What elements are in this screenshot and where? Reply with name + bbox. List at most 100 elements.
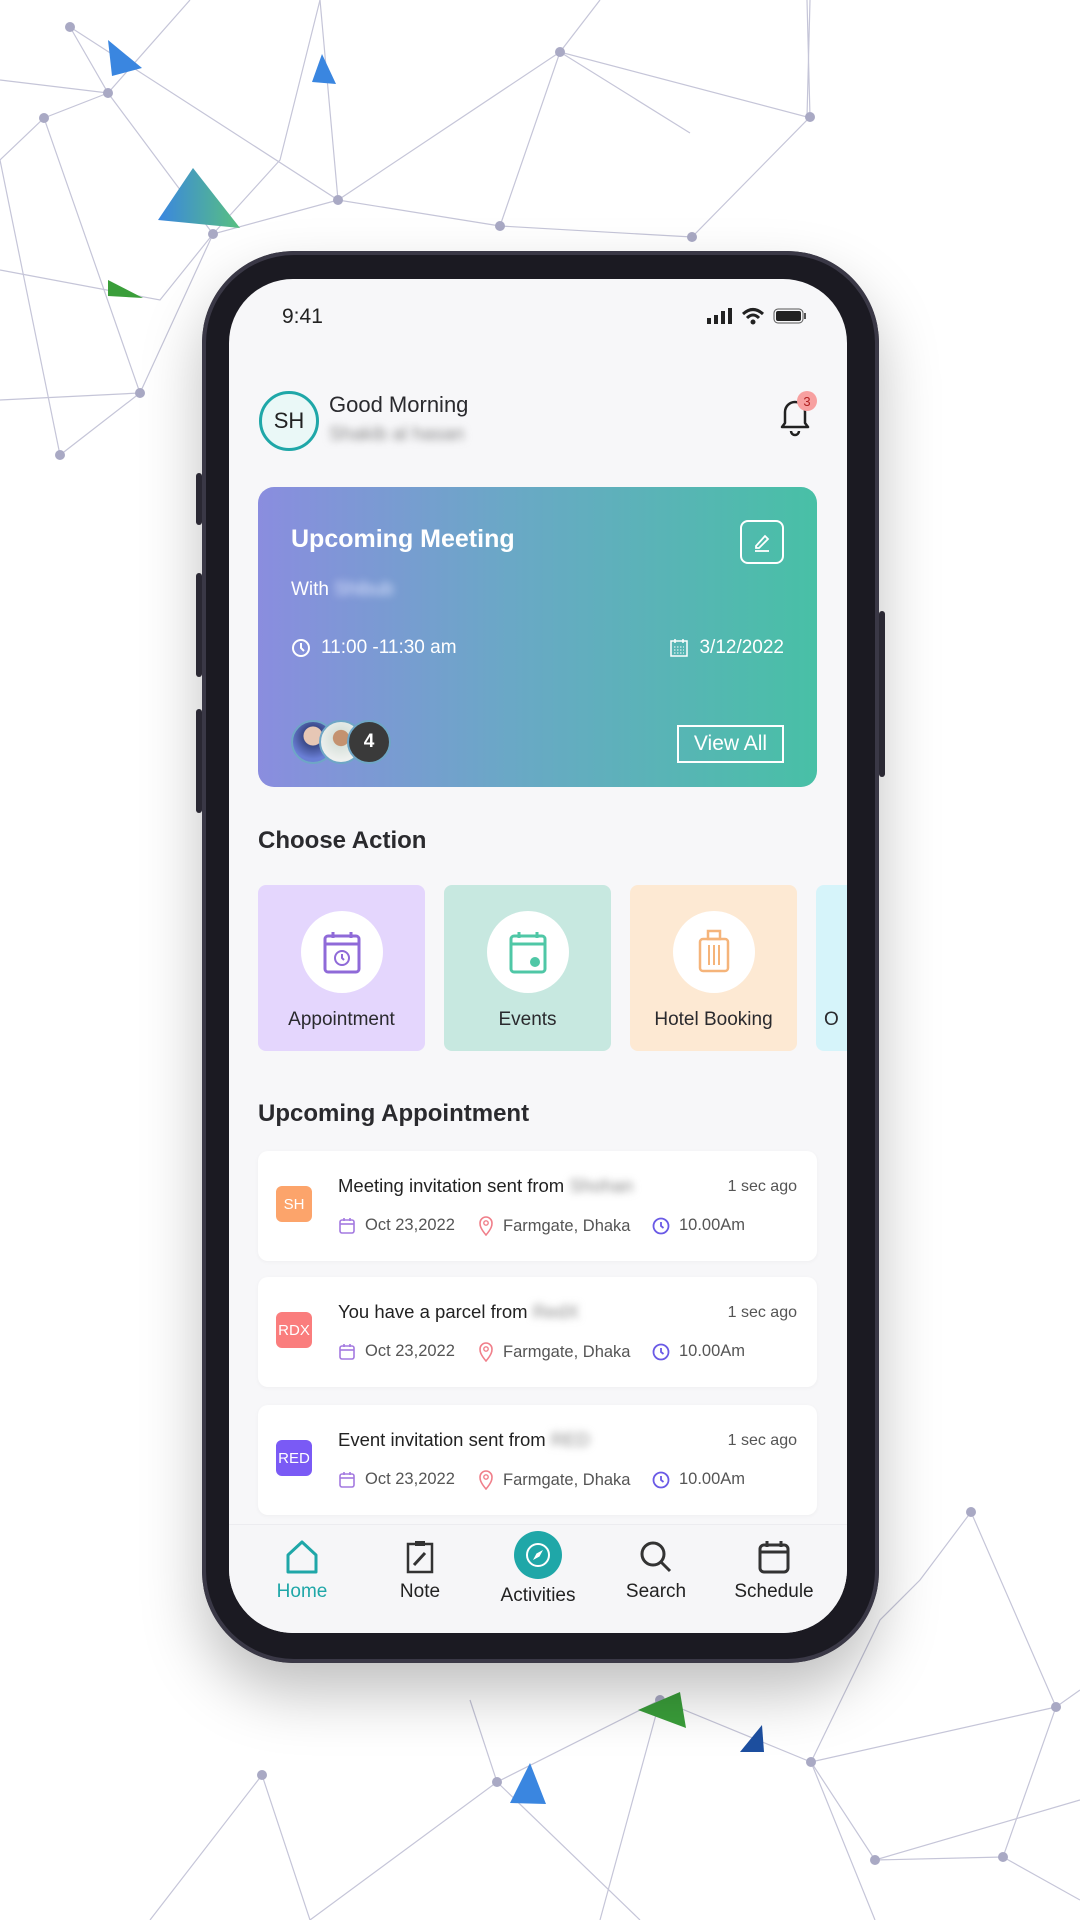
appointment-time: 10.00Am	[652, 1216, 745, 1235]
message-text: Meeting invitation sent from	[338, 1175, 565, 1196]
time-text: 10.00Am	[679, 1216, 746, 1234]
clock-icon	[652, 1217, 670, 1234]
volume-up-button	[196, 573, 202, 677]
nav-search[interactable]: Search	[606, 1525, 706, 1633]
sender-name: Shohan	[569, 1175, 634, 1196]
nav-label: Activities	[500, 1585, 576, 1606]
action-label: Events	[498, 1009, 557, 1030]
action-other[interactable]: O	[816, 885, 847, 1051]
appointment-message: Meeting invitation sent from Shohan	[338, 1175, 633, 1197]
notification-button[interactable]: 3	[777, 391, 817, 439]
appointment-time: 10.00Am	[652, 1342, 745, 1361]
calendar-event-icon	[509, 932, 546, 974]
date-text: Oct 23,2022	[365, 1470, 455, 1488]
phone-frame: 9:41 SH Good Morning Shakib al hasan 3 U…	[196, 251, 885, 1663]
meeting-date: 3/12/2022	[669, 637, 784, 659]
choose-action-heading: Choose Action	[258, 827, 427, 854]
location-text: Farmgate, Dhaka	[503, 1470, 631, 1489]
more-participants[interactable]: 4	[347, 720, 391, 764]
pencil-icon	[755, 534, 770, 552]
meeting-title: Upcoming Meeting	[291, 525, 515, 553]
appointment-ago: 1 sec ago	[727, 1432, 797, 1449]
message-text: Event invitation sent from	[338, 1429, 546, 1450]
appointment-date: Oct 23,2022	[338, 1470, 455, 1489]
user-name: Shakib al hasan	[329, 424, 465, 445]
calendar-clock-icon	[323, 932, 360, 974]
calendar-icon	[339, 1471, 355, 1488]
user-avatar[interactable]: SH	[259, 391, 319, 451]
nav-label: Home	[276, 1581, 328, 1602]
with-name: Shibub	[334, 579, 394, 600]
luggage-icon	[698, 929, 729, 973]
clock-icon	[292, 639, 310, 657]
time-text: 10.00Am	[679, 1342, 746, 1360]
battery-icon	[773, 308, 806, 324]
location-pin-icon	[479, 1342, 493, 1362]
appointment-location: Farmgate, Dhaka	[478, 1216, 630, 1236]
icon-circle	[300, 911, 383, 993]
meeting-time: 11:00 -11:30 am	[291, 637, 457, 659]
appointment-date: Oct 23,2022	[338, 1216, 455, 1235]
nav-schedule[interactable]: Schedule	[724, 1525, 824, 1633]
nav-home[interactable]: Home	[252, 1525, 352, 1633]
edit-meeting-button[interactable]	[740, 520, 784, 564]
clock-icon	[652, 1343, 670, 1360]
appointment-message: Event invitation sent from RED	[338, 1429, 590, 1451]
greeting: Good Morning	[329, 392, 469, 417]
upcoming-meeting-card[interactable]: Upcoming Meeting With Shibub 11:00 -11:3…	[258, 487, 817, 787]
nav-activities[interactable]: Activities	[488, 1525, 588, 1633]
location-pin-icon	[479, 1470, 493, 1490]
wifi-icon	[741, 308, 765, 325]
appointment-time: 10.00Am	[652, 1470, 745, 1489]
action-label: O	[824, 1009, 839, 1030]
action-hotel-booking[interactable]: Hotel Booking	[630, 885, 797, 1051]
volume-down-button	[196, 709, 202, 813]
message-text: You have a parcel from	[338, 1301, 528, 1322]
note-icon	[406, 1541, 434, 1574]
appointment-date: Oct 23,2022	[338, 1342, 455, 1361]
compass-button	[514, 1531, 562, 1579]
action-events[interactable]: Events	[444, 885, 611, 1051]
location-text: Farmgate, Dhaka	[503, 1216, 631, 1235]
sender-name: RED	[550, 1429, 590, 1450]
with-label: With	[291, 579, 329, 600]
bottom-nav: Home Note Activities Search Schedule	[229, 1524, 847, 1633]
calendar-icon	[339, 1343, 355, 1360]
appointment-item[interactable]: RED Event invitation sent from RED 1 sec…	[258, 1405, 817, 1515]
appointment-message: You have a parcel from RedX	[338, 1301, 579, 1323]
status-time: 9:41	[282, 305, 323, 328]
view-all-button[interactable]: View All	[677, 725, 784, 763]
nav-label: Schedule	[734, 1581, 814, 1602]
clock-icon	[652, 1471, 670, 1488]
nav-note[interactable]: Note	[370, 1525, 470, 1633]
appointment-tag: RDX	[276, 1312, 312, 1348]
appointment-item[interactable]: RDX You have a parcel from RedX 1 sec ag…	[258, 1277, 817, 1387]
meeting-with: With Shibub	[291, 579, 393, 601]
appointment-tag: SH	[276, 1186, 312, 1222]
icon-circle	[486, 911, 569, 993]
appointment-ago: 1 sec ago	[727, 1304, 797, 1321]
compass-icon	[526, 1543, 550, 1567]
action-appointment[interactable]: Appointment	[258, 885, 425, 1051]
search-icon	[640, 1541, 672, 1573]
date-text: Oct 23,2022	[365, 1216, 455, 1234]
appointment-ago: 1 sec ago	[727, 1178, 797, 1195]
signal-icon	[707, 308, 732, 324]
notification-badge: 3	[797, 391, 817, 411]
sender-name: RedX	[532, 1301, 579, 1322]
appointment-item[interactable]: SH Meeting invitation sent from Shohan 1…	[258, 1151, 817, 1261]
location-text: Farmgate, Dhaka	[503, 1342, 631, 1361]
location-pin-icon	[479, 1216, 493, 1236]
calendar-icon	[670, 639, 689, 657]
time-text: 10.00Am	[679, 1470, 746, 1488]
power-button	[879, 611, 885, 777]
home-icon	[286, 1540, 318, 1574]
nav-label: Search	[625, 1581, 687, 1602]
app-screen: 9:41 SH Good Morning Shakib al hasan 3 U…	[229, 279, 847, 1633]
avatar-initials: SH	[273, 408, 305, 433]
appointment-location: Farmgate, Dhaka	[478, 1470, 630, 1490]
calendar-icon	[339, 1217, 355, 1234]
action-label: Appointment	[288, 1009, 395, 1030]
status-icons	[707, 307, 807, 325]
date-text: Oct 23,2022	[365, 1342, 455, 1360]
